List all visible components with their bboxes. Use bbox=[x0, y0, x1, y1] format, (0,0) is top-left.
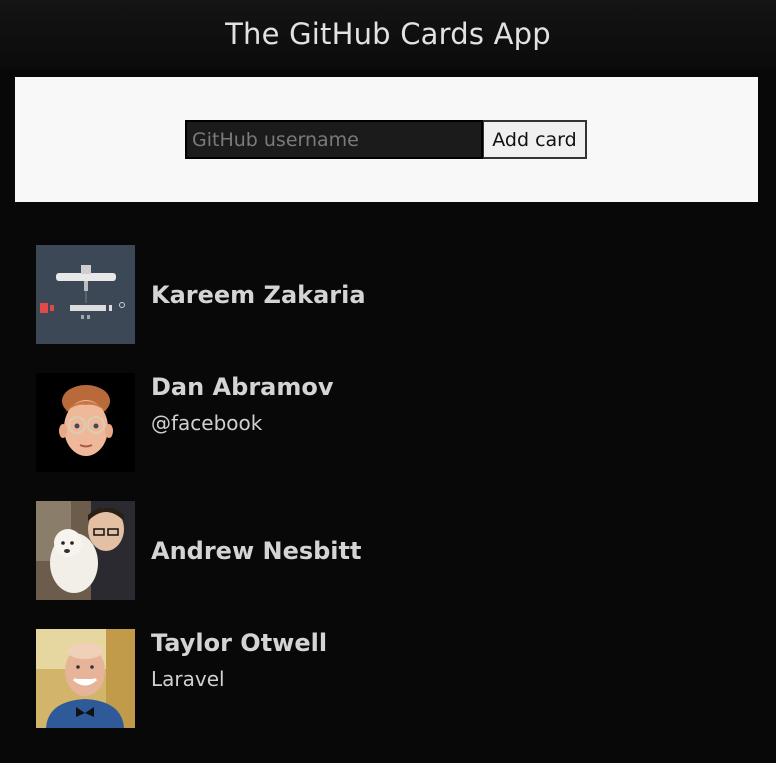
card-company: Laravel bbox=[151, 667, 225, 691]
desk-setup-avatar-icon bbox=[36, 245, 135, 344]
form-panel: Add card bbox=[15, 77, 758, 202]
card-name: Andrew Nesbitt bbox=[151, 536, 362, 565]
smiling-man-avatar-icon bbox=[36, 629, 135, 728]
avatar bbox=[36, 245, 135, 344]
avatar bbox=[36, 501, 135, 600]
profile-card: Dan Abramov @facebook bbox=[36, 373, 366, 472]
page-title: The GitHub Cards App bbox=[225, 17, 551, 51]
card-name: Dan Abramov bbox=[151, 373, 334, 401]
add-card-button[interactable]: Add card bbox=[483, 120, 587, 159]
card-info: Kareem Zakaria bbox=[151, 245, 366, 344]
profile-card: Andrew Nesbitt bbox=[36, 501, 366, 600]
avatar bbox=[36, 629, 135, 728]
profile-card: Taylor Otwell Laravel bbox=[36, 629, 366, 728]
memoji-avatar-icon bbox=[36, 373, 135, 472]
username-input[interactable] bbox=[185, 120, 483, 159]
card-info: Andrew Nesbitt bbox=[151, 501, 361, 600]
app-header: The GitHub Cards App bbox=[0, 0, 776, 68]
profile-card: Kareem Zakaria bbox=[36, 245, 366, 344]
card-info: Taylor Otwell Laravel bbox=[151, 629, 327, 728]
card-name: Taylor Otwell bbox=[151, 629, 328, 657]
add-card-form: Add card bbox=[185, 120, 587, 159]
avatar bbox=[36, 373, 135, 472]
person-with-dog-avatar-icon bbox=[36, 501, 135, 600]
card-list: Kareem Zakaria Dan Abramov @facebook And… bbox=[36, 245, 366, 757]
card-name: Kareem Zakaria bbox=[151, 280, 366, 309]
card-info: Dan Abramov @facebook bbox=[151, 373, 333, 472]
card-company: @facebook bbox=[151, 411, 263, 435]
app-page: The GitHub Cards App Add card bbox=[0, 0, 776, 763]
